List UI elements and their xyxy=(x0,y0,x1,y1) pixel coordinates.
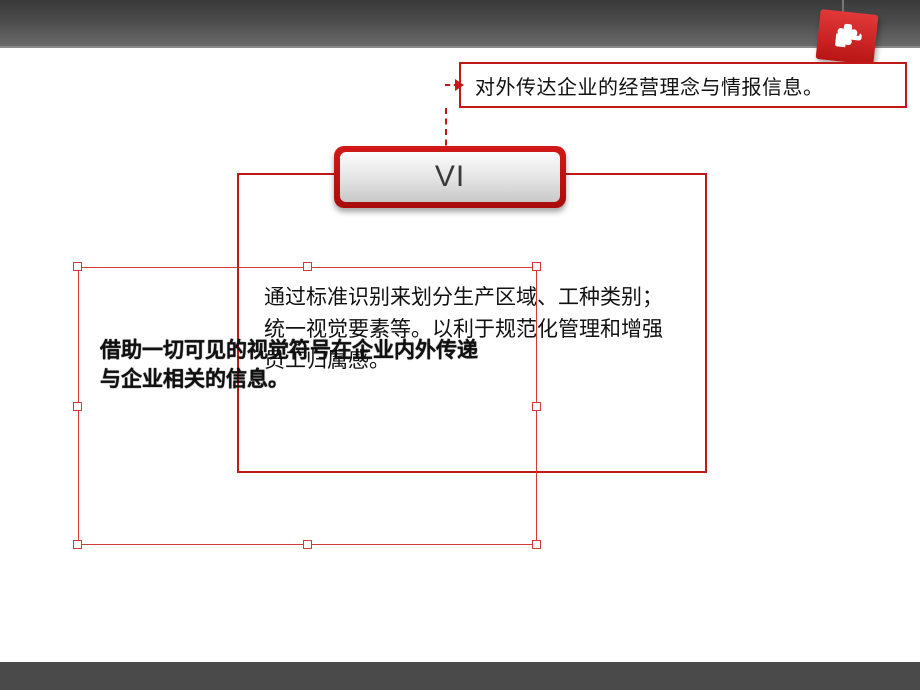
resize-handle-middle-left[interactable] xyxy=(73,402,82,411)
resize-handle-bottom-right[interactable] xyxy=(532,540,541,549)
connector-arrowhead xyxy=(455,79,464,91)
footer-bar-decoration xyxy=(0,662,920,690)
selected-textbox-content[interactable]: 借助一切可见的视觉符号在企业内外传递与企业相关的信息。 xyxy=(100,336,480,395)
resize-handle-top-middle[interactable] xyxy=(303,262,312,271)
vi-tab-label: VI xyxy=(435,160,465,194)
selected-textbox-outline[interactable] xyxy=(78,267,537,545)
vi-header-tab: VI xyxy=(334,146,566,208)
corner-ribbon xyxy=(818,0,888,60)
puzzle-piece-icon xyxy=(835,21,866,52)
title-bar-decoration xyxy=(0,0,920,48)
external-callout-box: 对外传达企业的经营理念与情报信息。 xyxy=(459,62,907,108)
vi-header-tab-inner: VI xyxy=(340,152,560,202)
resize-handle-middle-right[interactable] xyxy=(532,402,541,411)
resize-handle-top-right[interactable] xyxy=(532,262,541,271)
resize-handle-bottom-middle[interactable] xyxy=(303,540,312,549)
resize-handle-bottom-left[interactable] xyxy=(73,540,82,549)
external-callout-text: 对外传达企业的经营理念与情报信息。 xyxy=(475,71,824,100)
resize-handle-top-left[interactable] xyxy=(73,262,82,271)
